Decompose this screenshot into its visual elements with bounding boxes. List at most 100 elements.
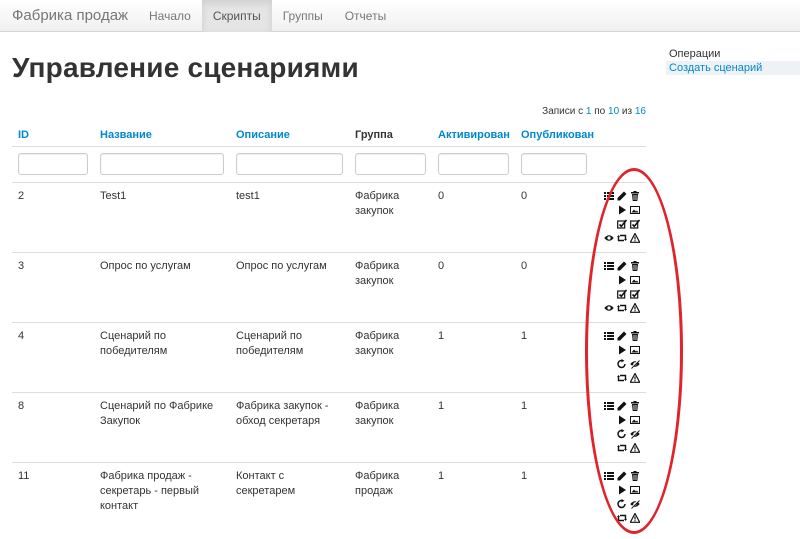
- navbar: Фабрика продаж Начало Скрипты Группы Отч…: [0, 0, 800, 32]
- warning-icon[interactable]: [630, 302, 640, 313]
- check-icon[interactable]: [617, 288, 627, 299]
- main-nav: Начало Скрипты Группы Отчеты: [138, 0, 397, 32]
- nav-item-scripts[interactable]: Скрипты: [201, 0, 272, 32]
- eye-off-icon[interactable]: [630, 358, 640, 369]
- pencil-icon[interactable]: [617, 401, 627, 411]
- check-icon[interactable]: [617, 218, 627, 229]
- row-actions: [593, 461, 646, 532]
- cell-activated: 0: [432, 251, 515, 322]
- page-title: Управление сценариями: [12, 52, 359, 83]
- column-header-id[interactable]: ID: [12, 124, 94, 146]
- trash-icon[interactable]: [630, 330, 640, 341]
- picture-icon[interactable]: [630, 415, 640, 425]
- nav-item-reports[interactable]: Отчеты: [334, 0, 397, 32]
- list-icon[interactable]: [604, 261, 614, 271]
- warning-icon[interactable]: [630, 512, 640, 523]
- row-actions: [593, 251, 646, 322]
- filter-name-input[interactable]: [100, 153, 224, 175]
- picture-icon[interactable]: [630, 345, 640, 355]
- records-summary: Записи с 1 по 10 из 16: [542, 106, 646, 117]
- retweet-icon[interactable]: [617, 233, 627, 243]
- cell-group: Фабрика закупок: [349, 181, 432, 252]
- pencil-icon[interactable]: [617, 191, 627, 201]
- list-icon[interactable]: [604, 471, 614, 481]
- cell-description: test1: [230, 181, 349, 252]
- table-row: 2 Test1 test1 Фабрика закупок 0 0: [12, 181, 646, 252]
- eye-off-icon[interactable]: [630, 428, 640, 439]
- cell-name: Test1: [94, 181, 230, 252]
- cell-description: Фабрика закупок - обход секретаря: [230, 391, 349, 462]
- check-icon[interactable]: [630, 218, 640, 229]
- eye-icon[interactable]: [604, 303, 614, 313]
- cell-name: Опрос по услугам: [94, 251, 230, 322]
- cell-published: 0: [515, 251, 593, 322]
- column-header-activated[interactable]: Активирован: [432, 124, 515, 146]
- list-icon[interactable]: [604, 191, 614, 201]
- row-actions: [593, 321, 646, 392]
- cell-description: Опрос по услугам: [230, 251, 349, 322]
- eye-off-icon[interactable]: [630, 498, 640, 509]
- cell-activated: 1: [432, 321, 515, 392]
- summary-sep1: по: [594, 106, 606, 117]
- play-icon[interactable]: [617, 205, 627, 215]
- trash-icon[interactable]: [630, 400, 640, 411]
- share-icon[interactable]: [617, 358, 627, 369]
- share-icon[interactable]: [617, 498, 627, 509]
- pencil-icon[interactable]: [617, 261, 627, 271]
- cell-published: 1: [515, 391, 593, 462]
- warning-icon[interactable]: [630, 442, 640, 453]
- play-icon[interactable]: [617, 415, 627, 425]
- trash-icon[interactable]: [630, 260, 640, 271]
- cell-group: Фабрика закупок: [349, 321, 432, 392]
- column-header-actions: [593, 124, 646, 146]
- filter-activated-input[interactable]: [438, 153, 509, 175]
- nav-item-home[interactable]: Начало: [138, 0, 202, 32]
- brand-logo[interactable]: Фабрика продаж: [12, 7, 128, 24]
- play-icon[interactable]: [617, 345, 627, 355]
- picture-icon[interactable]: [630, 485, 640, 495]
- retweet-icon[interactable]: [617, 373, 627, 383]
- row-actions: [593, 181, 646, 252]
- check-icon[interactable]: [630, 288, 640, 299]
- warning-icon[interactable]: [630, 232, 640, 243]
- play-icon[interactable]: [617, 485, 627, 495]
- column-header-published[interactable]: Опубликован: [515, 124, 594, 146]
- cell-id: 11: [12, 461, 94, 532]
- table-row: 8 Сценарий по Фабрике Закупок Фабрика заку…: [12, 391, 646, 462]
- list-icon[interactable]: [604, 331, 614, 341]
- eye-icon[interactable]: [604, 233, 614, 243]
- trash-icon[interactable]: [630, 190, 640, 201]
- column-header-description[interactable]: Описание: [230, 124, 349, 146]
- table-row: 4 Сценарий по победителям Сценарий по побе…: [12, 321, 646, 392]
- cell-id: 4: [12, 321, 94, 392]
- cell-group: Фабрика закупок: [349, 391, 432, 462]
- picture-icon[interactable]: [630, 275, 640, 285]
- nav-item-groups[interactable]: Группы: [272, 0, 334, 32]
- table-row: 11 Фабрика продаж - секретарь - первый ко…: [12, 461, 646, 532]
- cell-activated: 1: [432, 391, 515, 462]
- list-icon[interactable]: [604, 401, 614, 411]
- row-actions: [593, 391, 646, 462]
- summary-total: 16: [634, 106, 646, 117]
- filter-group-input[interactable]: [355, 153, 426, 175]
- cell-group: Фабрика закупок: [349, 251, 432, 322]
- create-scenario-link[interactable]: Создать сценарий: [666, 61, 800, 75]
- cell-published: 1: [515, 321, 593, 392]
- pencil-icon[interactable]: [617, 471, 627, 481]
- retweet-icon[interactable]: [617, 303, 627, 313]
- column-header-name[interactable]: Название: [94, 124, 230, 146]
- cell-name: Сценарий по победителям: [94, 321, 230, 392]
- trash-icon[interactable]: [630, 470, 640, 481]
- filter-published-input[interactable]: [521, 153, 587, 175]
- cell-group: Фабрика продаж: [349, 461, 432, 532]
- retweet-icon[interactable]: [617, 443, 627, 453]
- play-icon[interactable]: [617, 275, 627, 285]
- warning-icon[interactable]: [630, 372, 640, 383]
- filter-id-input[interactable]: [18, 153, 88, 175]
- share-icon[interactable]: [617, 428, 627, 439]
- filter-description-input[interactable]: [236, 153, 343, 175]
- pencil-icon[interactable]: [617, 331, 627, 341]
- picture-icon[interactable]: [630, 205, 640, 215]
- cell-description: Сценарий по победителям: [230, 321, 349, 392]
- retweet-icon[interactable]: [617, 513, 627, 523]
